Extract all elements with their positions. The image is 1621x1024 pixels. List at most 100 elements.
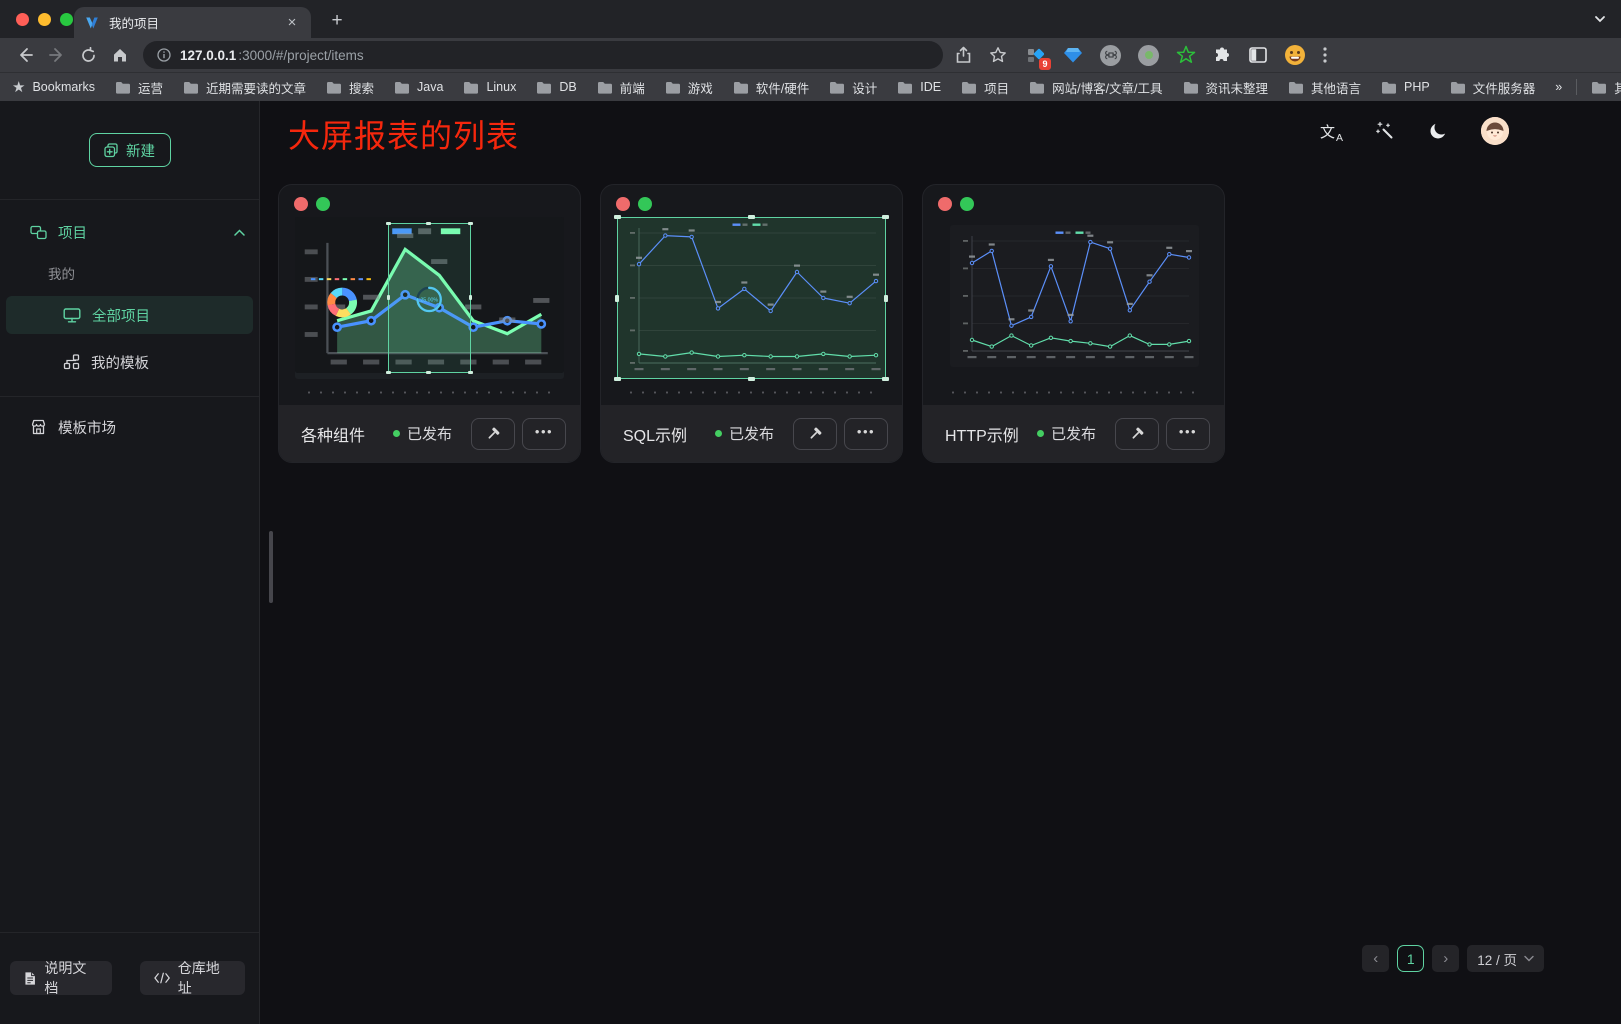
browser-toolbar: 127.0.0.1 :3000/#/project/items 9	[0, 38, 1621, 72]
project-title: HTTP示例	[945, 422, 1019, 446]
storefront-icon	[30, 419, 47, 435]
bookmark-item[interactable]: Linux	[463, 78, 516, 97]
folder-icon	[326, 81, 342, 94]
sidebar-item-template-market[interactable]: 模板市场	[0, 407, 259, 447]
mini-chart-ring: 25.00%	[388, 223, 470, 373]
more-actions-button[interactable]: •••	[844, 418, 888, 450]
sidebar-item-my-templates[interactable]: 我的模板	[0, 342, 259, 382]
templates-icon	[63, 354, 80, 370]
svg-text:25.00%: 25.00%	[421, 297, 439, 303]
other-bookmarks-folder[interactable]: 其他书签	[1591, 78, 1621, 97]
bookmark-item[interactable]: PHP	[1381, 78, 1430, 97]
reload-icon[interactable]	[80, 47, 97, 64]
edit-project-button[interactable]	[1115, 418, 1159, 450]
browser-window: 我的项目 × +	[0, 0, 1621, 1023]
hammer-icon	[1129, 426, 1145, 442]
page-size-select[interactable]: 12 / 页	[1467, 945, 1544, 972]
docs-button[interactable]: 说明文档	[10, 961, 112, 995]
mini-chart-donut	[301, 223, 383, 373]
edit-project-button[interactable]	[471, 418, 515, 450]
browser-tab[interactable]: 我的项目 ×	[74, 7, 311, 38]
folder-icon	[961, 81, 977, 94]
scrollbar-thumb[interactable]	[269, 531, 273, 603]
close-window-button[interactable]	[16, 13, 29, 26]
bookmarks-divider	[1576, 79, 1577, 95]
project-title: SQL示例	[623, 422, 687, 446]
create-new-button[interactable]: 新建	[89, 133, 171, 167]
selection-handle	[468, 222, 473, 225]
bookmark-item[interactable]: 其他语言	[1288, 78, 1361, 97]
bookmark-item[interactable]: 游戏	[665, 78, 713, 97]
extension-star-icon[interactable]	[1176, 45, 1196, 65]
bookmark-item[interactable]: 文件服务器	[1450, 78, 1536, 97]
bookmarks-manager[interactable]: ★ Bookmarks	[12, 78, 95, 96]
selection-handle	[387, 295, 390, 300]
site-favicon	[84, 15, 100, 31]
project-thumbnail[interactable]: 25.00%	[295, 217, 564, 379]
tab-strip: 我的项目 × +	[0, 0, 1621, 38]
status-dot	[393, 430, 400, 437]
extension-badge: 9	[1039, 58, 1051, 70]
folder-icon	[536, 81, 552, 94]
maximize-window-button[interactable]	[60, 13, 73, 26]
tab-close-icon[interactable]: ×	[283, 14, 301, 32]
sidebar-item-all-projects[interactable]: 全部项目	[6, 296, 253, 334]
forward-icon[interactable]	[48, 46, 66, 64]
extension-record-icon[interactable]	[1138, 45, 1159, 66]
dotted-separator	[947, 391, 1200, 394]
language-switch-icon[interactable]: 文A	[1320, 121, 1342, 142]
share-icon[interactable]	[955, 46, 972, 64]
red-dot	[938, 197, 952, 211]
status-dot	[1037, 430, 1044, 437]
site-info-icon[interactable]	[157, 48, 171, 62]
more-actions-button[interactable]: •••	[1166, 418, 1210, 450]
project-thumbnail[interactable]	[617, 217, 886, 379]
bookmark-item[interactable]: 软件/硬件	[733, 78, 809, 97]
sidebar-group-project[interactable]: 项目	[0, 212, 259, 252]
more-actions-button[interactable]: •••	[522, 418, 566, 450]
side-panel-icon[interactable]	[1249, 47, 1267, 63]
new-project-icon	[104, 143, 119, 158]
bookmark-item[interactable]: 近期需要读的文章	[183, 78, 306, 97]
bookmark-item[interactable]: IDE	[897, 78, 941, 97]
new-tab-button[interactable]: +	[325, 10, 349, 32]
prev-page-button[interactable]: ‹	[1362, 945, 1389, 972]
extension-command-icon[interactable]	[1100, 45, 1121, 66]
home-icon[interactable]	[111, 46, 129, 64]
bookmark-item[interactable]: 前端	[597, 78, 645, 97]
bookmark-item[interactable]: 运营	[115, 78, 163, 97]
extensions-puzzle-icon[interactable]	[1213, 46, 1232, 65]
bookmarks-overflow-chevron[interactable]: »	[1555, 80, 1562, 94]
user-avatar[interactable]	[1481, 117, 1509, 145]
bookmark-item[interactable]: Java	[394, 78, 443, 97]
minimize-window-button[interactable]	[38, 13, 51, 26]
tab-search-chevron-icon[interactable]	[1593, 12, 1607, 26]
bookmark-item[interactable]: 设计	[829, 78, 877, 97]
status-badge: 已发布	[715, 423, 774, 444]
status-dot	[715, 430, 722, 437]
document-icon	[24, 971, 36, 986]
address-bar[interactable]: 127.0.0.1 :3000/#/project/items	[143, 41, 943, 69]
repository-button[interactable]: 仓库地址	[140, 961, 245, 995]
sidebar-divider	[0, 199, 259, 200]
magic-wand-icon[interactable]	[1375, 121, 1395, 141]
bookmark-item[interactable]: 搜索	[326, 78, 374, 97]
extension-tasks-icon[interactable]: 9	[1024, 44, 1046, 66]
project-thumbnail[interactable]	[939, 217, 1208, 379]
back-icon[interactable]	[16, 46, 34, 64]
folder-icon	[733, 81, 749, 94]
selection-handle	[426, 371, 431, 374]
dark-mode-moon-icon[interactable]	[1428, 121, 1448, 141]
bookmark-star-icon[interactable]	[989, 46, 1007, 64]
bookmark-item[interactable]: 项目	[961, 78, 1009, 97]
bookmark-item[interactable]: 资讯未整理	[1183, 78, 1269, 97]
current-page-button[interactable]: 1	[1397, 945, 1424, 972]
edit-project-button[interactable]	[793, 418, 837, 450]
status-badge: 已发布	[393, 423, 452, 444]
browser-menu-icon[interactable]	[1323, 47, 1327, 63]
next-page-button[interactable]: ›	[1432, 945, 1459, 972]
bookmark-item[interactable]: 网站/博客/文章/工具	[1029, 78, 1162, 97]
profile-avatar-icon[interactable]	[1284, 44, 1306, 66]
bookmark-item[interactable]: DB	[536, 78, 576, 97]
extension-gem-icon[interactable]	[1063, 46, 1083, 64]
